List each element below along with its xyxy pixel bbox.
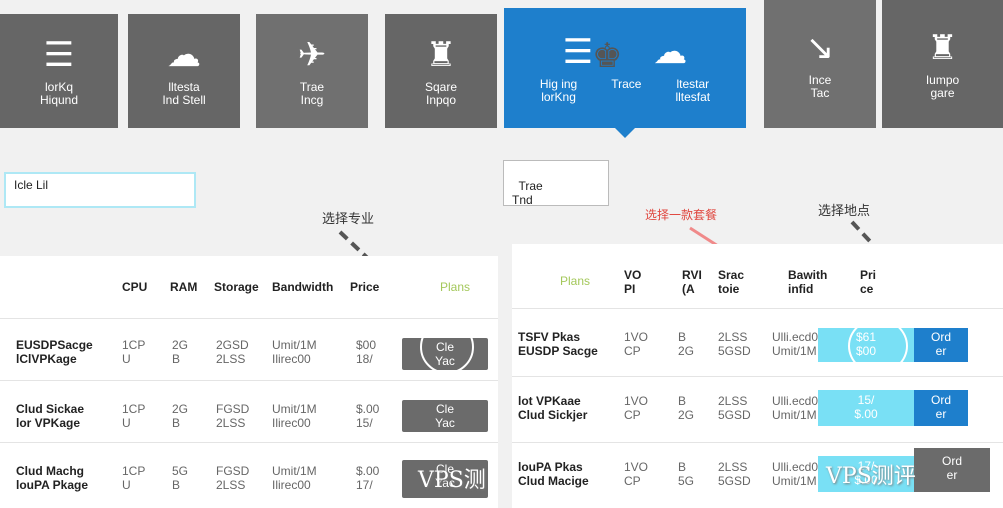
plan-cpu: 1CP U (122, 464, 146, 492)
tile-label: Iumpo gare (925, 73, 960, 100)
tile-9[interactable]: ♜ Iumpo gare (882, 0, 1003, 128)
location-select[interactable]: Trae Tnd (503, 160, 609, 207)
plan-cpu: 1CP U (122, 338, 146, 366)
cloud-icon: ☁ (167, 35, 201, 75)
right-plans-panel: Plans VO PI RVI (A Srac toie Bawith infi… (512, 244, 1003, 508)
tile-label: lltesta Ind Stell (162, 80, 206, 107)
highlight-circle (848, 318, 908, 374)
category-select[interactable]: Icle Lil (4, 172, 196, 208)
plan-name: Clud Machg louPA Pkage (16, 464, 89, 492)
plan-storage: 2LSS 5GSD (718, 330, 751, 358)
tile-label: Ince Tac (808, 73, 832, 100)
plan-bandwidth: Umit/1M Ilirec00 (272, 464, 317, 492)
plan-cpu: 1VO CP (624, 330, 649, 358)
header-bandwidth: Bawith infid (788, 268, 828, 296)
plan-name: louPA Pkas Clud Macige (518, 460, 589, 488)
watermark-left: VPS测 (418, 468, 486, 493)
header-storage: Storage (214, 280, 259, 294)
plan-bandwidth: Ulli.ecd00 Umit/1M (772, 460, 825, 488)
tile-label: Hig ing lorKng (539, 77, 578, 104)
plan-bandwidth: Umit/1M Ilirec00 (272, 402, 317, 430)
annotation-middle: 选择一款套餐 (645, 208, 718, 222)
order-button[interactable]: Ord er (914, 390, 968, 426)
button-label: Cle Yac (435, 402, 455, 430)
header-price: Pri ce (860, 268, 877, 296)
highlight-circle (420, 320, 474, 374)
plan-name: lot VPKaae Clud Sickjer (518, 394, 588, 422)
arrow-icon: ↘ (805, 28, 835, 68)
plan-bandwidth: Ulli.ecd00 Umit/1M (772, 394, 825, 422)
header-storage: Srac toie (718, 268, 745, 296)
tile-label: lorKq Hiqund (39, 80, 79, 107)
watermark-right: VPS测评 (826, 464, 916, 489)
tile-label: Trae Incg (299, 80, 325, 107)
button-label: Ord er (930, 330, 951, 358)
tile-2[interactable]: ☁ lltesta Ind Stell (128, 14, 240, 128)
header-ram: RAM (170, 280, 198, 294)
button-label: Ord er (941, 454, 962, 482)
header-price: Price (350, 280, 380, 294)
header-cpu: VO PI (624, 268, 642, 296)
plan-bandwidth: Ulli.ecd00 Umit/1M (772, 330, 825, 358)
plan-cpu: 1VO CP (624, 460, 649, 488)
plan-price: $.00 15/ (356, 402, 380, 430)
tile-1[interactable]: ☰ lorKq Hiqund (0, 14, 118, 128)
tile-8[interactable]: ↘ Ince Tac (764, 0, 876, 128)
tile-label: ltestar lltesfat (675, 77, 711, 104)
plan-name: TSFV Pkas EUSDP Sacge (518, 330, 598, 358)
order-button[interactable]: Ord er (914, 328, 968, 362)
plan-storage: 2LSS 5GSD (718, 460, 751, 488)
plan-storage: FGSD 2LSS (216, 464, 250, 492)
plan-price: $00 18/ (356, 338, 377, 366)
tile-4[interactable]: ♜ Sqare Inpqo (385, 14, 497, 128)
tile-label: Sqare Inpqo (424, 80, 458, 107)
select-plan-button[interactable]: Cle Yac (402, 400, 488, 432)
tower-icon: ♜ (425, 35, 457, 75)
plane-icon: ✈ (297, 35, 327, 75)
header-cpu: CPU (122, 280, 148, 294)
plan-storage: 2LSS 5GSD (718, 394, 751, 422)
crown-icon: ♚ (592, 36, 623, 76)
order-button[interactable]: Ord er (914, 448, 990, 492)
plan-name: EUSDPSacge lClVPKage (16, 338, 93, 366)
header-ram: RVI (A (682, 268, 702, 296)
annotation-right: 选择地点 (818, 203, 871, 218)
tower-icon: ♜ (927, 28, 958, 68)
tile-3[interactable]: ✈ Trae Incg (256, 14, 368, 128)
list-icon: ☰ (43, 35, 75, 75)
plan-ram: 2G B (172, 338, 189, 366)
plan-ram: B 2G (678, 330, 695, 358)
price-label: 15/ $.00 (854, 393, 878, 421)
plan-ram: 2G B (172, 402, 189, 430)
header-plans: Plans (440, 280, 471, 294)
plan-bandwidth: Umit/1M Ilirec00 (272, 338, 317, 366)
plan-name: Clud Sickae lor VPKage (16, 402, 85, 430)
plan-cpu: 1VO CP (624, 394, 649, 422)
cloud-icon: ☁ (653, 32, 688, 72)
plan-ram: B 2G (678, 394, 695, 422)
price-badge: 15/ $.00 (818, 390, 914, 426)
plan-ram: B 5G (678, 460, 695, 488)
tile-label: Trace (611, 77, 642, 91)
plan-storage: FGSD 2LSS (216, 402, 250, 430)
plan-storage: 2GSD 2LSS (216, 338, 249, 366)
plan-cpu: 1CP U (122, 402, 146, 430)
header-plans: Plans (560, 274, 591, 288)
list-icon: ☰ (562, 32, 594, 72)
tile-5-active[interactable]: ☰ ☁ Hig ing lorKng Trace ltestar lltesfa… (504, 8, 746, 138)
location-select-value: Trae Tnd (512, 179, 543, 207)
plan-price: $.00 17/ (356, 464, 380, 492)
header-bandwidth: Bandwidth (272, 280, 334, 294)
annotation-left: 选择专业 (322, 211, 375, 226)
plan-ram: 5G B (172, 464, 189, 492)
category-select-value: Icle Lil (14, 178, 49, 192)
button-label: Ord er (930, 393, 951, 421)
